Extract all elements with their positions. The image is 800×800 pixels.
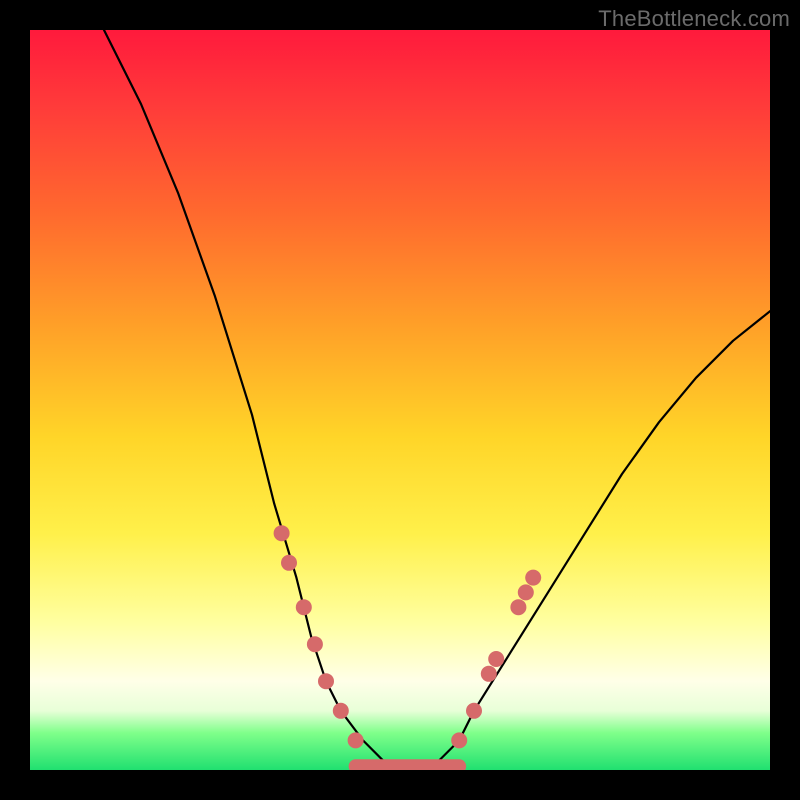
- highlight-dot: [307, 636, 323, 652]
- highlight-dot: [488, 651, 504, 667]
- highlight-dot: [518, 584, 534, 600]
- highlight-dot: [451, 732, 467, 748]
- chart-frame: TheBottleneck.com: [0, 0, 800, 800]
- highlight-dot: [318, 673, 334, 689]
- highlight-dot: [466, 703, 482, 719]
- highlight-dot: [348, 732, 364, 748]
- watermark-text: TheBottleneck.com: [598, 6, 790, 32]
- highlight-dot: [510, 599, 526, 615]
- highlight-dot: [274, 525, 290, 541]
- highlight-dot: [481, 666, 497, 682]
- highlight-dot: [333, 703, 349, 719]
- curve-svg: [30, 30, 770, 770]
- highlight-dot: [296, 599, 312, 615]
- highlight-dot: [281, 555, 297, 571]
- bottleneck-curve-path: [104, 30, 770, 770]
- plot-area: [30, 30, 770, 770]
- highlight-dots-group: [274, 525, 542, 748]
- highlight-dot: [525, 570, 541, 586]
